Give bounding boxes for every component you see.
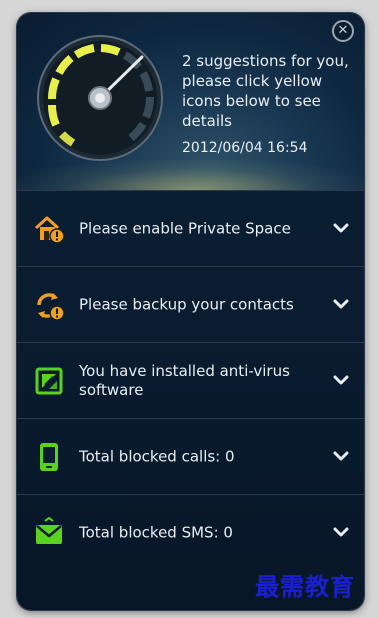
speed-gauge-icon bbox=[37, 35, 163, 161]
list-item-label: You have installed anti-virus software bbox=[79, 361, 290, 399]
timestamp: 2012/06/04 16:54 bbox=[182, 140, 308, 156]
header-glow bbox=[17, 160, 364, 190]
list-item-label: Please enable Private Space bbox=[79, 219, 291, 237]
watermark: 最需教育 bbox=[255, 573, 355, 601]
chevron-down-icon[interactable] bbox=[333, 374, 349, 386]
suggestion-message: 2 suggestions for you, please click yell… bbox=[182, 52, 349, 130]
close-button[interactable]: ✕ bbox=[332, 20, 354, 42]
backup-contacts-icon bbox=[37, 293, 65, 321]
suggestions-panel: ✕ 2 suggestions for you, please click ye… bbox=[17, 13, 364, 610]
chevron-down-icon[interactable] bbox=[333, 222, 349, 234]
list-item-anti-virus[interactable]: You have installed anti-virus software bbox=[17, 342, 364, 418]
suggestion-list: Please enable Private Space Please backu… bbox=[17, 190, 364, 570]
list-item-label: Please backup your contacts bbox=[79, 295, 294, 313]
chevron-down-icon[interactable] bbox=[333, 526, 349, 538]
anti-virus-shield-icon bbox=[35, 367, 63, 395]
chevron-down-icon[interactable] bbox=[333, 450, 349, 462]
envelope-icon bbox=[36, 517, 62, 544]
chevron-down-icon[interactable] bbox=[333, 298, 349, 310]
list-item-blocked-calls[interactable]: Total blocked calls: 0 bbox=[17, 418, 364, 494]
list-item-label: Total blocked calls: 0 bbox=[79, 447, 235, 465]
list-item-label: Total blocked SMS: 0 bbox=[79, 523, 233, 541]
header: ✕ 2 suggestions for you, please click ye… bbox=[17, 13, 364, 190]
close-icon: ✕ bbox=[337, 23, 349, 38]
list-item-private-space[interactable]: Please enable Private Space bbox=[17, 190, 364, 266]
list-item-backup-contacts[interactable]: Please backup your contacts bbox=[17, 266, 364, 342]
list-item-blocked-sms[interactable]: Total blocked SMS: 0 bbox=[17, 494, 364, 570]
phone-icon bbox=[40, 443, 58, 471]
private-space-house-icon bbox=[34, 216, 65, 244]
